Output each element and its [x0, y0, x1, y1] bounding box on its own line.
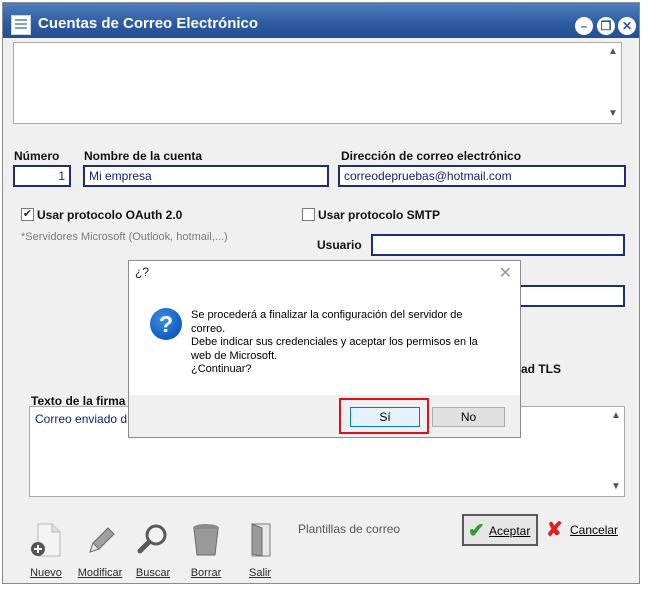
oauth-checkbox[interactable]: ✔ — [21, 208, 34, 221]
dialog-close-icon[interactable]: ✕ — [499, 263, 512, 283]
borrar-label: Borrar — [190, 567, 222, 579]
oauth-label: Usar protocolo OAuth 2.0 — [37, 208, 183, 222]
scroll-down-icon[interactable]: ▼ — [608, 480, 624, 494]
nuevo-label: Nuevo — [30, 567, 62, 579]
pencil-icon — [89, 527, 115, 553]
borrar-button[interactable]: Borrar — [180, 522, 232, 579]
cancelar-label: Cancelar — [570, 523, 619, 537]
minimize-icon[interactable]: – — [575, 17, 593, 35]
checkmark-icon: ✔ — [468, 520, 485, 542]
dialog-line: ¿Continuar? — [191, 363, 252, 375]
usuario-field[interactable] — [371, 234, 625, 256]
dialog-line: Debe indicar sus credenciales y aceptar … — [191, 336, 478, 348]
close-icon[interactable]: ✕ — [618, 17, 636, 35]
tls-label: ad TLS — [521, 362, 562, 376]
cancel-x-icon: ✘ — [546, 519, 563, 541]
smtp-checkbox[interactable] — [302, 208, 315, 221]
direccion-field[interactable]: correodepruebas@hotmail.com — [338, 165, 626, 187]
window-title: Cuentas de Correo Electrónico — [38, 15, 259, 32]
trash-icon — [193, 524, 219, 556]
scroll-down-icon[interactable]: ▼ — [605, 107, 621, 121]
dialog-line: correo. — [191, 322, 226, 335]
cancelar-button[interactable]: ✘ Cancelar — [546, 514, 626, 546]
oauth-note: *Servidores Microsoft (Outlook, hotmail,… — [21, 231, 228, 243]
plantillas-link[interactable]: Plantillas de correo — [298, 522, 400, 536]
nombre-field[interactable]: Mi empresa — [83, 165, 329, 187]
question-icon: ? — [150, 308, 182, 340]
firma-text: Correo enviado d — [35, 412, 128, 426]
numero-label: Número — [14, 149, 60, 163]
aceptar-label: Aceptar — [489, 524, 531, 538]
smtp-label: Usar protocolo SMTP — [318, 208, 441, 222]
app-icon — [11, 15, 31, 35]
dialog-footer: Sí No — [129, 395, 520, 437]
modificar-label: Modificar — [77, 567, 123, 579]
numero-field[interactable]: 1 — [13, 165, 71, 187]
buscar-button[interactable]: Buscar — [127, 522, 179, 579]
aceptar-button[interactable]: ✔ Aceptar — [462, 514, 538, 546]
title-bar[interactable]: Cuentas de Correo Electrónico – ❐ ✕ — [3, 3, 639, 38]
restore-icon[interactable]: ❐ — [597, 17, 615, 35]
salir-button[interactable]: Salir — [234, 522, 286, 579]
firma-scrollbar[interactable]: ▲ ▼ — [608, 407, 624, 496]
dialog-title: ¿? — [135, 265, 150, 279]
buscar-label: Buscar — [135, 567, 171, 579]
scroll-up-icon[interactable]: ▲ — [608, 409, 624, 423]
new-document-icon — [31, 523, 61, 557]
confirm-dialog: ¿? ✕ ? Se procederá a finalizar la confi… — [128, 260, 521, 438]
description-textarea[interactable]: ▲ ▼ — [13, 42, 622, 124]
dialog-message: Se procederá a finalizar la configuració… — [191, 309, 478, 377]
yes-button-highlight — [339, 398, 429, 434]
direccion-label: Dirección de correo electrónico — [341, 149, 522, 163]
door-exit-icon — [251, 523, 271, 557]
description-scrollbar[interactable]: ▲ ▼ — [605, 43, 621, 123]
dialog-line: Se procederá a finalizar la configuració… — [191, 309, 463, 321]
salir-label: Salir — [248, 567, 271, 579]
nombre-label: Nombre de la cuenta — [84, 149, 203, 163]
no-button[interactable]: No — [432, 407, 505, 427]
magnifier-icon — [137, 524, 167, 554]
scroll-up-icon[interactable]: ▲ — [605, 45, 621, 59]
usuario-label: Usuario — [317, 238, 362, 252]
modificar-button[interactable]: Modificar — [74, 522, 126, 579]
nuevo-button[interactable]: Nuevo — [20, 522, 72, 579]
dialog-line: web de Microsoft. — [191, 349, 278, 362]
